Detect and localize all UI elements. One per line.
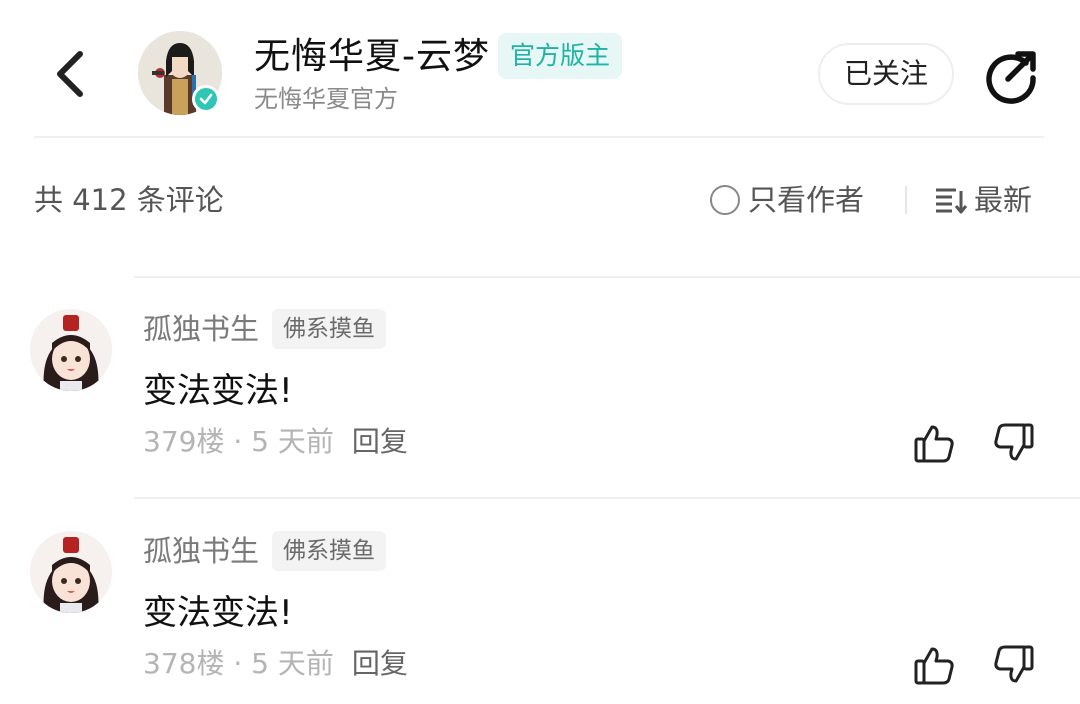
floor-time: 379楼 · 5 天前 [143,425,334,458]
chevron-left-icon [57,51,83,97]
back-button[interactable] [50,48,90,100]
floor-time: 378楼 · 5 天前 [143,647,334,680]
commenter-name[interactable]: 孤独书生 [143,309,259,349]
comment-text: 变法变法! [143,593,293,633]
like-button[interactable] [912,643,956,687]
list-divider [134,497,1080,499]
radio-circle-icon [710,185,740,215]
commenter-tag: 佛系摸鱼 [272,531,386,571]
list-divider [134,276,1080,278]
commenter-avatar[interactable] [30,531,112,613]
dislike-button[interactable] [992,421,1036,465]
commenter-name[interactable]: 孤独书生 [143,531,259,571]
thumbs-up-icon [914,425,954,463]
post-header: 无悔华夏-云梦 官方版主 无悔华夏官方 已关注 [0,0,1080,138]
reply-button[interactable]: 回复 [352,425,408,458]
follow-button[interactable]: 已关注 [818,43,954,105]
author-only-label: 只看作者 [748,183,865,217]
author-name[interactable]: 无悔华夏-云梦 [254,34,490,80]
author-subtitle: 无悔华夏官方 [254,85,398,113]
comment-meta: 379楼 · 5 天前 回复 [143,422,408,462]
comment-item: 孤独书生 佛系摸鱼 变法变法! 379楼 · 5 天前 回复 [0,309,1080,509]
thumbs-up-icon [914,647,954,685]
bar-divider [905,186,907,214]
commenter-avatar[interactable] [30,309,112,391]
thumbs-down-icon [994,645,1034,683]
comment-item: 孤独书生 佛系摸鱼 变法变法! 378楼 · 5 天前 回复 [0,531,1080,704]
share-icon [986,51,1036,104]
comment-meta: 378楼 · 5 天前 回复 [143,644,408,684]
reply-button[interactable]: 回复 [352,647,408,680]
author-only-toggle[interactable]: 只看作者 [710,180,864,220]
sort-list-icon [936,188,968,214]
dislike-button[interactable] [992,643,1036,687]
official-moderator-badge: 官方版主 [498,33,623,79]
like-button[interactable] [912,421,956,465]
thumbs-down-icon [994,423,1034,461]
header-divider [34,136,1044,138]
verified-check-icon [192,85,220,113]
comment-count: 共 412 条评论 [34,183,224,217]
comment-text: 变法变法! [143,371,293,411]
share-button[interactable] [980,45,1042,107]
sort-label: 最新 [974,183,1033,217]
sort-button[interactable]: 最新 [934,180,1032,220]
commenter-tag: 佛系摸鱼 [272,309,386,349]
